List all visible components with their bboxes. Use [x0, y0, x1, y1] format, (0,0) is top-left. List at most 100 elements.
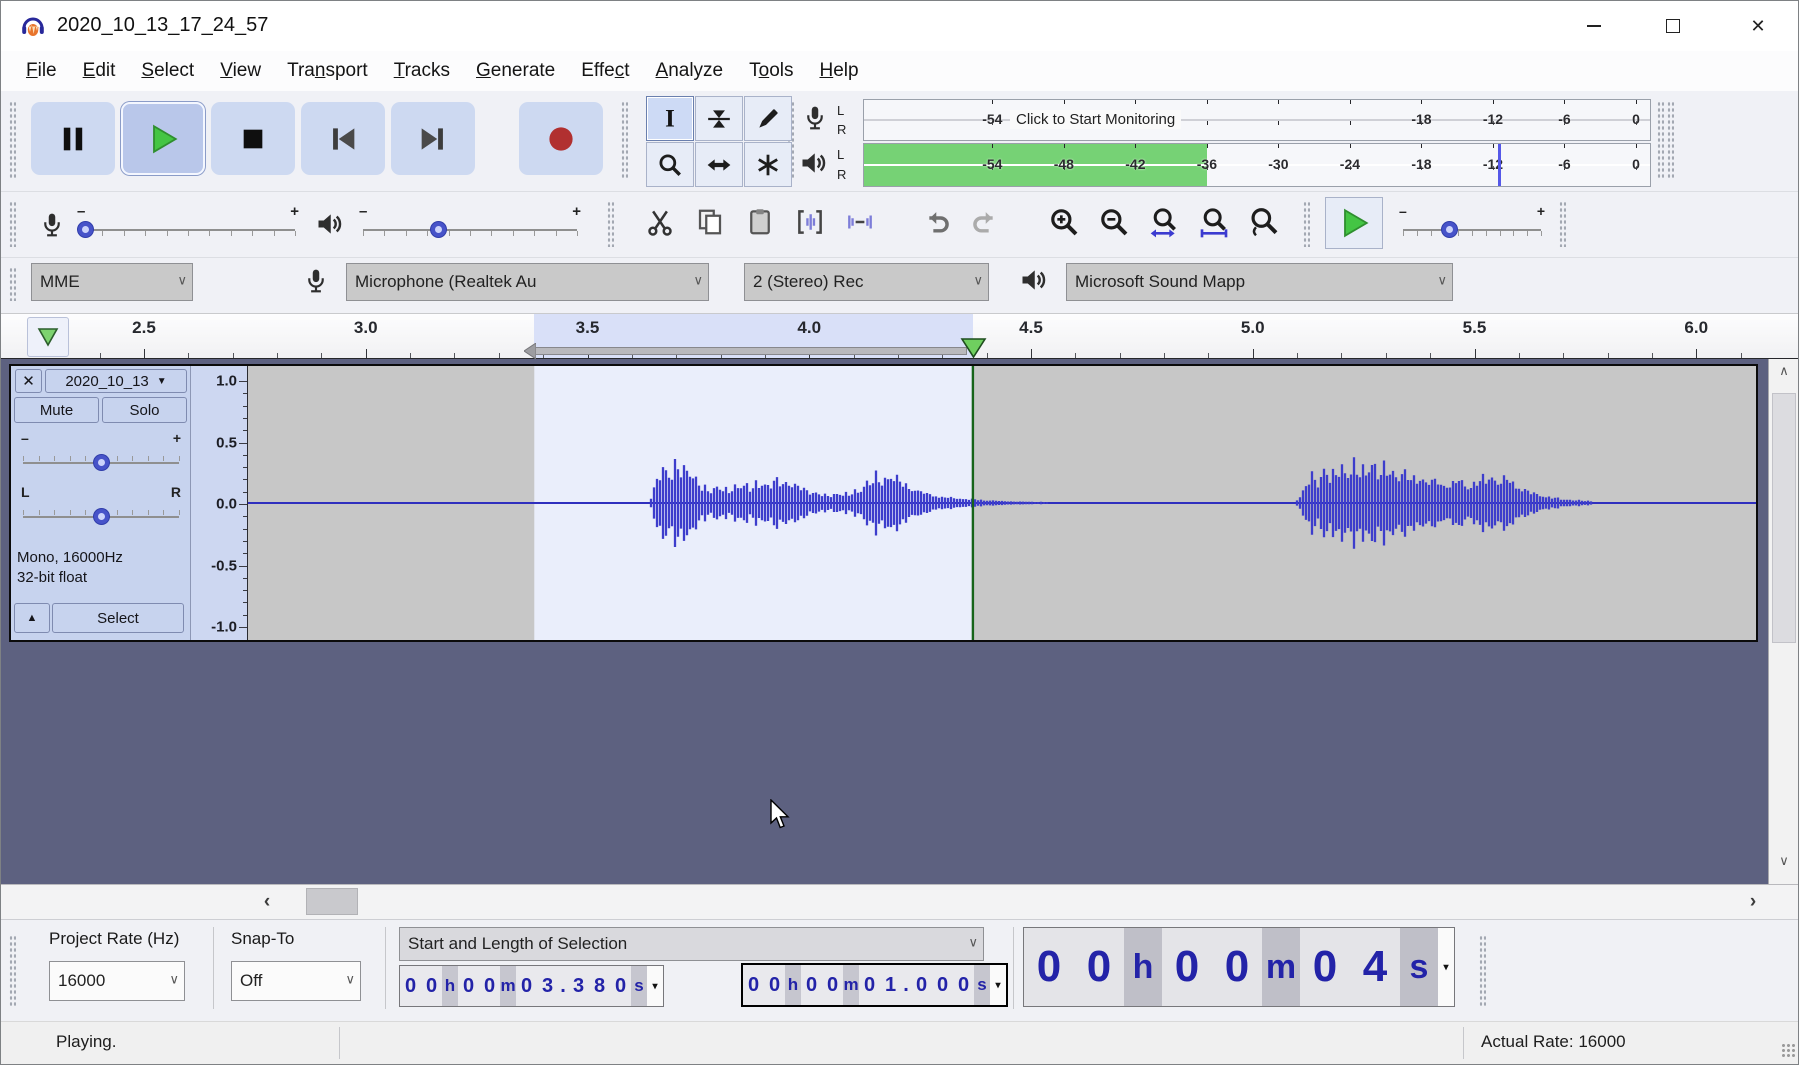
scroll-down-icon[interactable]: ∨: [1771, 853, 1797, 877]
track-name-menu[interactable]: 2020_10_13▼: [45, 369, 187, 393]
playback-meter-speaker-icon[interactable]: [798, 147, 828, 179]
menu-select[interactable]: Select: [128, 51, 207, 91]
track-select-button[interactable]: Select: [52, 603, 184, 633]
playhead-triangle-icon[interactable]: [960, 338, 987, 359]
menu-help[interactable]: Help: [806, 51, 871, 91]
zoom-toggle-button[interactable]: [1241, 199, 1287, 245]
stop-button[interactable]: [211, 102, 295, 175]
cut-button[interactable]: [637, 199, 683, 245]
menu-tools[interactable]: Tools: [736, 51, 806, 91]
toolbar-grip[interactable]: [9, 201, 16, 247]
zoom-in-button[interactable]: [1041, 199, 1087, 245]
menu-view[interactable]: View: [207, 51, 274, 91]
toolbar-grip[interactable]: [1667, 101, 1674, 179]
horizontal-scroll-thumb[interactable]: [306, 888, 358, 915]
toolbar-grip[interactable]: [9, 101, 16, 179]
selection-tool-button[interactable]: I: [646, 96, 694, 141]
toolbar-grip[interactable]: [621, 101, 628, 179]
timeshift-tool-button[interactable]: [695, 142, 743, 187]
recording-meter[interactable]: -54-48-42-18-12-60Click to Start Monitor…: [863, 99, 1651, 141]
skip-end-button[interactable]: [391, 102, 475, 175]
toolbar-grip[interactable]: [1559, 201, 1566, 247]
playback-volume-slider-thumb[interactable]: [431, 222, 446, 237]
pan-slider-thumb[interactable]: [94, 509, 109, 524]
envelope-tool-button[interactable]: [695, 96, 743, 141]
gain-slider-thumb[interactable]: [94, 455, 109, 470]
snap-to-select[interactable]: Off∨: [231, 961, 361, 1001]
paste-button[interactable]: [737, 199, 783, 245]
toolbar-grip[interactable]: [9, 935, 16, 1007]
zoom-selection-button[interactable]: [1141, 199, 1187, 245]
time-format-arrow-icon[interactable]: ▾: [990, 965, 1006, 1005]
quick-play-bar[interactable]: [534, 347, 967, 355]
menu-analyze[interactable]: Analyze: [643, 51, 737, 91]
playback-meter[interactable]: -54-48-42-36-30-24-18-12-60: [863, 143, 1651, 187]
menu-effect[interactable]: Effect: [568, 51, 642, 91]
menu-transport[interactable]: Transport: [274, 51, 381, 91]
gain-slider[interactable]: –+: [17, 428, 185, 472]
undo-button[interactable]: [913, 199, 959, 245]
copy-button[interactable]: [687, 199, 733, 245]
track-close-button[interactable]: ✕: [15, 369, 42, 393]
track-workspace[interactable]: ✕2020_10_13▼MuteSolo–+LRMono, 16000Hz32-…: [1, 359, 1799, 884]
menu-edit[interactable]: Edit: [70, 51, 129, 91]
menu-tracks[interactable]: Tracks: [381, 51, 463, 91]
redo-button[interactable]: [963, 199, 1009, 245]
recording-channels-select[interactable]: 2 (Stereo) Rec∨: [744, 263, 989, 301]
toolbar-grip[interactable]: [9, 267, 16, 301]
selection-start-field[interactable]: 00h00m03.380s▾: [399, 965, 664, 1007]
play-speed-slider-thumb[interactable]: [1442, 222, 1457, 237]
scroll-up-icon[interactable]: ∧: [1771, 363, 1797, 387]
audio-position-display[interactable]: 00h00m04s▾: [1023, 927, 1455, 1007]
trim-button[interactable]: [787, 199, 833, 245]
play-button[interactable]: [121, 102, 205, 175]
scroll-left-icon[interactable]: ‹: [253, 888, 281, 916]
play-speed-slider[interactable]: –+: [1397, 203, 1547, 243]
host-select[interactable]: MME∨: [31, 263, 193, 301]
time-format-arrow-icon[interactable]: ▾: [647, 966, 663, 1006]
time-format-arrow-icon[interactable]: ▾: [1438, 928, 1454, 1006]
resize-grip[interactable]: [1781, 1043, 1795, 1057]
mixer-speaker-icon: [313, 207, 345, 241]
project-rate-select[interactable]: 16000∨: [49, 961, 185, 1001]
minimize-button[interactable]: [1556, 1, 1632, 51]
vertical-scroll-thumb[interactable]: [1772, 393, 1796, 643]
close-button[interactable]: ✕: [1716, 1, 1799, 51]
playback-device-select[interactable]: Microsoft Sound Mapp∨: [1066, 263, 1453, 301]
maximize-button[interactable]: [1635, 1, 1711, 51]
pause-button[interactable]: [31, 102, 115, 175]
waveform-display[interactable]: [248, 366, 1756, 640]
scroll-right-icon[interactable]: ›: [1739, 888, 1767, 916]
zoom-tool-button[interactable]: [646, 142, 694, 187]
collapse-track-button[interactable]: ▲: [14, 603, 50, 633]
recording-device-select[interactable]: Microphone (Realtek Au∨: [346, 263, 709, 301]
play-at-speed-button[interactable]: [1325, 197, 1383, 249]
record-meter-mic-icon[interactable]: [801, 103, 829, 133]
toolbar-grip[interactable]: [607, 201, 614, 247]
playback-volume-slider[interactable]: –+: [357, 203, 583, 243]
timeline-ruler[interactable]: 2.53.03.54.04.55.05.56.0: [1, 314, 1799, 359]
svg-text:I: I: [665, 106, 675, 132]
selection-mode-select[interactable]: Start and Length of Selection∨: [399, 927, 984, 961]
skip-start-button[interactable]: [301, 102, 385, 175]
recording-volume-slider-thumb[interactable]: [78, 222, 93, 237]
pin-playhead-button[interactable]: [27, 317, 69, 357]
mute-button[interactable]: Mute: [14, 397, 99, 423]
draw-tool-button[interactable]: [744, 96, 792, 141]
menu-generate[interactable]: Generate: [463, 51, 568, 91]
toolbar-grip[interactable]: [1303, 201, 1310, 247]
selection-length-field[interactable]: 00h00m01.000s▾: [741, 963, 1008, 1007]
zoom-fit-button[interactable]: [1191, 199, 1237, 245]
monitor-text[interactable]: Click to Start Monitoring: [1010, 110, 1181, 129]
solo-button[interactable]: Solo: [102, 397, 187, 423]
toolbar-grip[interactable]: [1657, 101, 1664, 179]
zoom-out-button[interactable]: [1091, 199, 1137, 245]
record-button[interactable]: [519, 102, 603, 175]
toolbar-grip[interactable]: [1479, 935, 1486, 1007]
recording-volume-slider[interactable]: –+: [75, 203, 301, 243]
menu-file[interactable]: File: [13, 51, 70, 91]
silence-button[interactable]: [837, 199, 883, 245]
audio-track[interactable]: ✕2020_10_13▼MuteSolo–+LRMono, 16000Hz32-…: [9, 364, 1758, 642]
pan-slider[interactable]: LR: [17, 482, 185, 526]
multi-tool-button[interactable]: [744, 142, 792, 187]
